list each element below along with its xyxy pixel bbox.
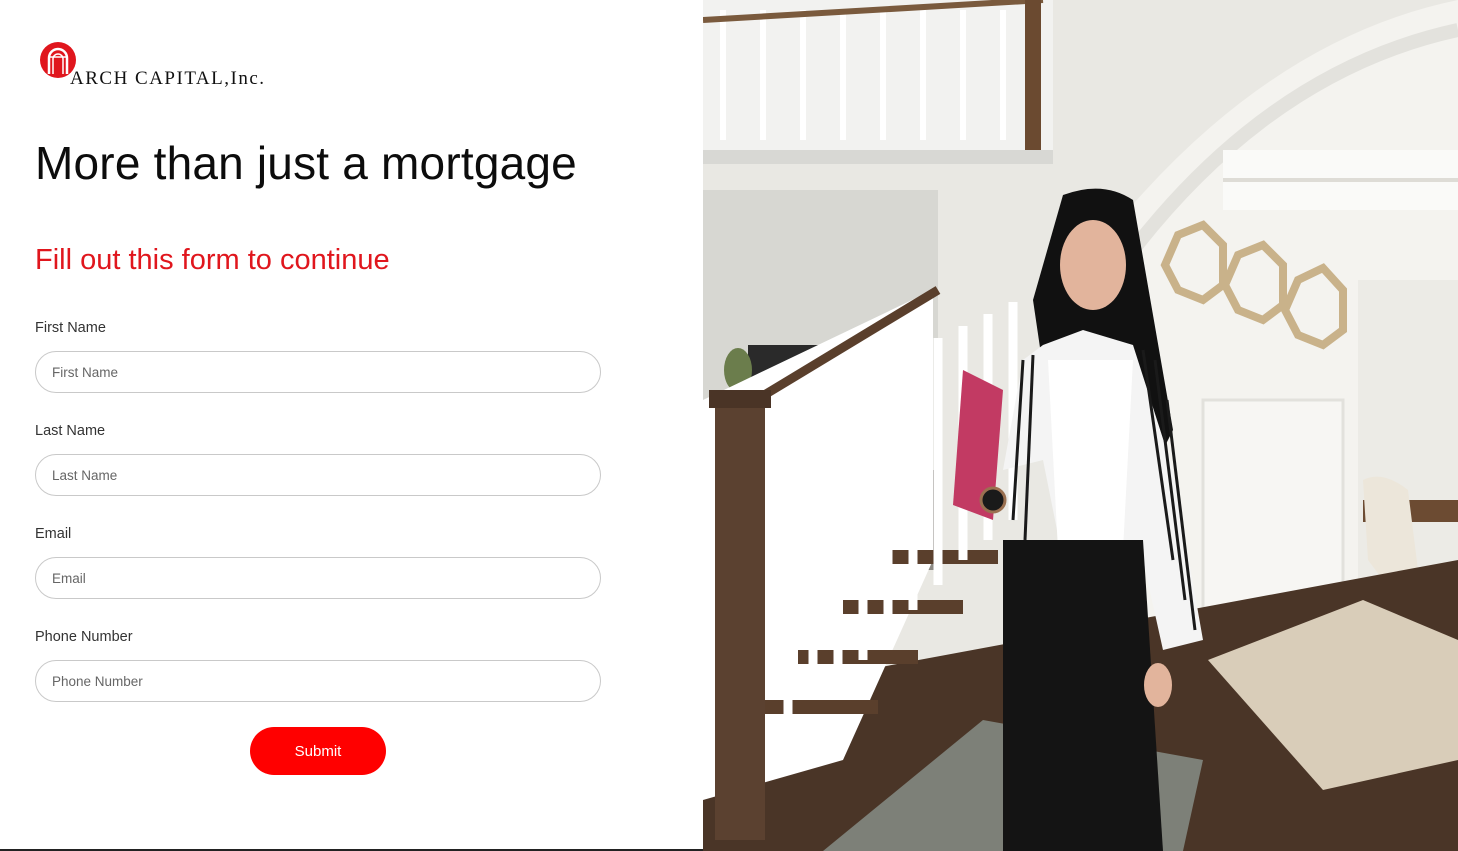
email-label: Email xyxy=(35,526,72,542)
phone-number-input[interactable] xyxy=(35,660,601,702)
hero-photo xyxy=(703,0,1458,851)
last-name-input[interactable] xyxy=(35,454,601,496)
first-name-label: First Name xyxy=(35,320,106,336)
first-name-input[interactable] xyxy=(35,351,601,393)
last-name-label: Last Name xyxy=(35,423,106,439)
email-input[interactable] xyxy=(35,557,601,599)
brand-name: ARCH CAPITAL,Inc. xyxy=(70,68,266,89)
hero-scene-image xyxy=(703,0,1458,851)
brand-logo[interactable]: ARCH CAPITAL,Inc. xyxy=(38,40,318,92)
form-subheadline: Fill out this form to continue xyxy=(35,244,390,276)
page-headline: More than just a mortgage xyxy=(35,137,577,189)
submit-button[interactable]: Submit xyxy=(250,727,386,775)
phone-number-label: Phone Number xyxy=(35,629,133,645)
form-panel: ARCH CAPITAL,Inc. More than just a mortg… xyxy=(0,0,703,851)
